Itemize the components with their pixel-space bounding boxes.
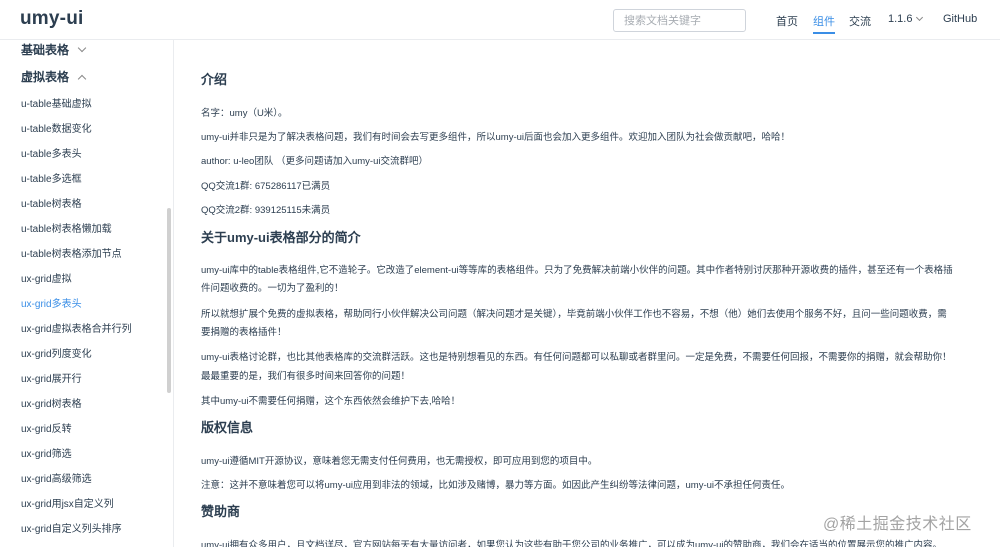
sidebar-group-basic[interactable]: 基础表格 xyxy=(21,41,87,58)
sidebar-item[interactable]: ux-grid用jsx自定义列 xyxy=(21,495,114,510)
nav-components-link[interactable]: 组件 xyxy=(813,13,835,34)
version-dropdown[interactable]: 1.1.6 xyxy=(888,13,924,25)
sidebar-item[interactable]: u-table数据变化 xyxy=(21,120,92,135)
sidebar-item[interactable]: ux-grid虚拟表格合并行列 xyxy=(21,320,132,335)
sidebar-item[interactable]: ux-grid展开行 xyxy=(21,370,82,385)
chevron-up-icon xyxy=(77,74,87,84)
paragraph: 名字：umy（U米）。 xyxy=(201,108,288,119)
sidebar-item[interactable]: u-table基础虚拟 xyxy=(21,95,92,110)
chevron-down-icon xyxy=(916,13,924,22)
nav-home-link[interactable]: 首页 xyxy=(776,13,798,29)
sidebar-item[interactable]: u-table多选框 xyxy=(21,170,82,185)
sidebar-item[interactable]: ux-grid虚拟 xyxy=(21,270,72,285)
paragraph: 注意：这并不意味着您可以将umy-ui应用到非法的领域，比如涉及赌博，暴力等方面… xyxy=(201,480,791,491)
section-title-intro: 介绍 xyxy=(201,72,228,87)
sidebar-item[interactable]: ux-grid高级筛选 xyxy=(21,470,92,485)
search-input[interactable] xyxy=(613,9,746,32)
sidebar-item[interactable]: ux-grid筛选 xyxy=(21,445,72,460)
sidebar-item[interactable]: ux-grid自定义列头排序 xyxy=(21,520,122,535)
watermark-text: @稀土掘金技术社区 xyxy=(823,516,972,533)
sidebar-group-label: 基础表格 xyxy=(21,43,70,57)
paragraph: umy-ui拥有众多用户，且文档详尽，官方网站每天有大量访问者，如果您认为这些有… xyxy=(201,540,943,547)
paragraph: umy-ui表格讨论群，也比其他表格库的交流群活跃。这也是特别想看见的东西。有任… xyxy=(201,352,952,363)
section-title-sponsor: 赞助商 xyxy=(201,504,241,519)
nav-community-link[interactable]: 交流 xyxy=(849,13,871,29)
sidebar-group-label: 虚拟表格 xyxy=(21,70,70,84)
paragraph: umy-ui遵循MIT开源协议，意味着您无需支付任何费用，也无需授权，即可应用到… xyxy=(201,456,598,467)
sidebar-item-active[interactable]: ux-grid多表头 xyxy=(21,295,82,310)
nav-github-link[interactable]: GitHub xyxy=(943,13,977,25)
sidebar-scrollbar[interactable] xyxy=(167,208,171,393)
sidebar-item[interactable]: u-table多表头 xyxy=(21,145,82,160)
paragraph: author: u-leo团队 （更多问题请加入umy-ui交流群吧） xyxy=(201,156,428,167)
section-title-copyright: 版权信息 xyxy=(201,420,254,435)
section-title-about: 关于umy-ui表格部分的简介 xyxy=(201,230,361,245)
version-label: 1.1.6 xyxy=(888,13,913,25)
sidebar-group-virtual[interactable]: 虚拟表格 xyxy=(21,68,87,85)
sidebar-item[interactable]: u-table树表格懒加载 xyxy=(21,220,112,235)
paragraph: umy-ui并非只是为了解决表格问题，我们有时间会去写更多组件，所以umy-ui… xyxy=(201,132,791,143)
paragraph: 件问题收费的。一切为了盈利的！ xyxy=(201,283,344,294)
main-content: 介绍 名字：umy（U米）。 umy-ui并非只是为了解决表格问题，我们有时间会… xyxy=(174,40,1000,547)
top-navbar: umy-ui 首页 组件 交流 1.1.6 GitHub xyxy=(0,0,1000,40)
paragraph: umy-ui库中的table表格组件,它不造轮子。它改造了element-ui等… xyxy=(201,265,953,276)
paragraph: QQ交流2群: 939125115未满员 xyxy=(201,205,331,216)
sidebar-item[interactable]: ux-grid列度变化 xyxy=(21,345,92,360)
paragraph: 要捐赠的表格插件！ xyxy=(201,327,287,338)
paragraph: 所以就想扩展个免费的虚拟表格，帮助同行小伙伴解决公司问题（解决问题才是关键），毕… xyxy=(201,309,947,320)
sidebar: 基础表格 虚拟表格 u-table基础虚拟 u-table数据变化 u-tabl… xyxy=(0,40,174,547)
chevron-down-icon xyxy=(77,43,87,53)
paragraph: QQ交流1群: 675286117已满员 xyxy=(201,181,331,192)
sidebar-item[interactable]: u-table树表格 xyxy=(21,195,82,210)
sidebar-item[interactable]: ux-grid反转 xyxy=(21,420,72,435)
paragraph: 最最重要的是，我们有很多时间来回答你的问题！ xyxy=(201,371,411,382)
paragraph: 其中umy-ui不需要任何捐赠，这个东西依然会维护下去,哈哈！ xyxy=(201,396,461,407)
site-logo[interactable]: umy-ui xyxy=(20,8,83,30)
sidebar-item[interactable]: u-table树表格添加节点 xyxy=(21,245,122,260)
sidebar-item[interactable]: ux-grid树表格 xyxy=(21,395,82,410)
